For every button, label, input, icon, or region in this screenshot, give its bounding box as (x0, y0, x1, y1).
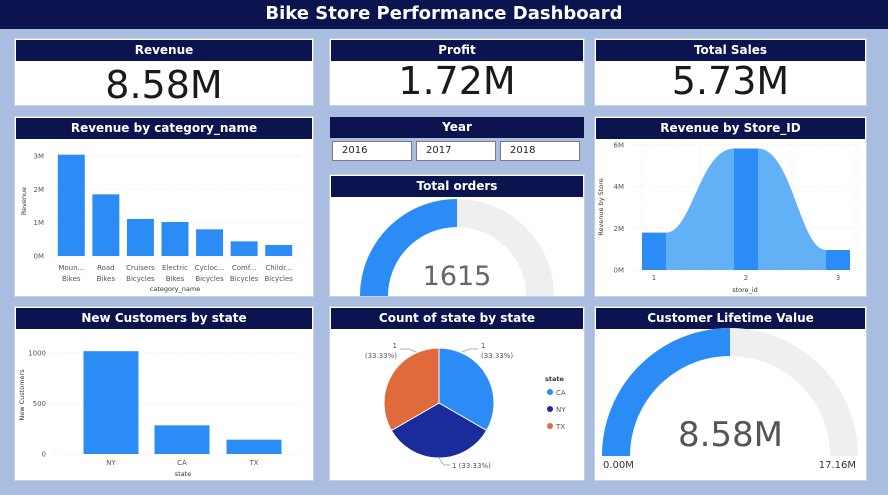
y-tick-label: 6M (614, 142, 625, 150)
bar-5 (196, 229, 224, 256)
x-tick-label: Bikes (97, 275, 116, 283)
y-tick-label: 2M (34, 186, 45, 194)
leader-line (438, 457, 450, 466)
x-tick-label: 1 (652, 274, 656, 282)
x-tick-label: Electric (162, 264, 188, 272)
x-tick-label: Road (97, 264, 115, 272)
x-tick-label: Cycloc... (195, 264, 225, 272)
y-tick-label: 4M (614, 183, 625, 191)
x-tick-label: TX (248, 459, 258, 467)
y-tick-label: 3M (34, 153, 45, 161)
legend-marker-ny (547, 406, 553, 412)
legend-marker-ca (547, 389, 553, 395)
x-axis-title: state (175, 470, 191, 478)
x-tick-label: NY (106, 459, 116, 467)
x-tick-label: Bicycles (264, 275, 293, 283)
clv-gauge-fill (602, 328, 730, 456)
x-axis-title: store_id (732, 286, 758, 294)
leader-line (461, 348, 478, 353)
y-axis-title: Revenue (20, 187, 28, 215)
y-tick-label: 0M (614, 267, 625, 275)
legend-label: TX (555, 423, 565, 431)
x-tick-label: Bicycles (230, 275, 259, 283)
x-tick-label: Bicycles (195, 275, 224, 283)
bar-3 (126, 219, 154, 256)
y-tick-label: 0M (34, 253, 45, 261)
y-tick-label: 1000 (28, 350, 46, 358)
y-tick-label: 0 (42, 451, 46, 459)
y-tick-label: 2M (614, 225, 625, 233)
y-tick-label: 500 (33, 400, 46, 408)
leader-line (400, 348, 417, 353)
legend-title: state (545, 375, 564, 383)
data-label: 1 (393, 342, 397, 350)
store-bar-3 (826, 250, 850, 270)
x-tick-label: Comf... (232, 264, 257, 272)
legend-label: NY (556, 406, 566, 414)
x-tick-label: 3 (836, 274, 840, 282)
store-bar-2 (734, 148, 758, 270)
x-tick-label: 2 (744, 274, 748, 282)
data-label: 1 (481, 342, 485, 350)
x-tick-label: Moun... (58, 264, 84, 272)
data-label: (33.33%) (365, 352, 397, 360)
legend-marker-tx (547, 423, 553, 429)
x-tick-label: Bikes (62, 275, 81, 283)
bar-ny (83, 351, 139, 454)
bar-ca (154, 425, 210, 454)
bar-1 (57, 154, 85, 256)
store-bar-1 (642, 232, 666, 270)
y-tick-label: 1M (34, 219, 45, 227)
bar-6 (230, 241, 258, 256)
charts-layer: 0M 1M 2M 3M Moun... Bikes Road Bikes Cruisers Bic… (18, 142, 858, 478)
orders-gauge-fill (360, 199, 457, 296)
bar-2 (92, 194, 120, 256)
x-tick-label: CA (177, 459, 187, 467)
x-tick-label: Bikes (166, 275, 185, 283)
data-label: 1 (33.33%) (452, 462, 491, 470)
legend-label: CA (556, 389, 566, 397)
x-tick-label: Bicycles (126, 275, 155, 283)
bar-tx (226, 439, 282, 454)
x-tick-label: Cruisers (126, 264, 155, 272)
data-label: (33.33%) (481, 352, 513, 360)
x-axis-title: category_name (150, 285, 200, 293)
x-tick-label: Childr... (265, 264, 292, 272)
bar-7 (265, 245, 293, 256)
y-axis-title: Revenue by Store (597, 178, 605, 236)
y-axis-title: New Customers (18, 369, 26, 421)
bar-4 (161, 222, 189, 256)
